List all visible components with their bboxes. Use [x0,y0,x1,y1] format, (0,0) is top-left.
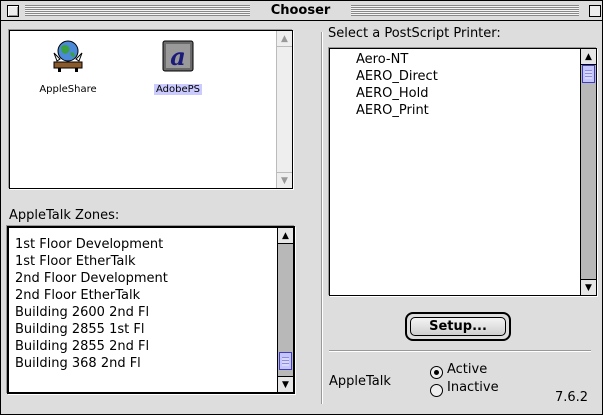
scroll-down-arrow-icon[interactable]: ▼ [278,376,293,392]
printer-list: Aero-NT AERO_Direct AERO_Hold AERO_Print… [329,48,597,296]
inactive-radio[interactable] [430,384,443,397]
list-item[interactable]: AERO_Hold [356,85,428,102]
list-item[interactable]: 2nd Floor Development [15,270,168,287]
appleshare-icon [53,40,83,72]
list-item[interactable]: 2nd Floor EtherTalk [15,287,140,304]
zones-scrollbar[interactable]: ▲ ▼ [277,228,293,392]
list-item[interactable]: AERO_Direct [356,68,438,85]
scroll-up-arrow-icon[interactable]: ▲ [581,49,596,65]
version-label: 7.6.2 [555,390,589,405]
chooser-content: AppleShare a AdobePS ▲ ▼ AppleTalk Zones… [7,26,597,408]
title-bar-stripes-right [351,5,579,16]
setup-button[interactable]: Setup... [410,317,506,336]
title-bar-stripes-left [25,5,250,16]
list-item[interactable]: 1st Floor Development [15,236,163,253]
scroll-up-arrow-icon[interactable]: ▲ [278,228,293,244]
list-item[interactable]: Building 368 2nd Fl [15,355,141,372]
section-divider [329,350,591,351]
close-box[interactable] [7,5,19,17]
zoom-box[interactable] [589,5,601,17]
device-label: AppleShare [39,84,97,95]
scroll-up-arrow-icon[interactable]: ▲ [277,31,292,47]
setup-default-ring: Setup... [405,312,511,341]
scroll-down-arrow-icon[interactable]: ▼ [277,172,292,188]
printers-heading: Select a PostScript Printer: [328,26,501,41]
device-appleshare[interactable]: AppleShare [28,39,108,96]
list-item[interactable]: Building 2855 2nd Fl [15,338,149,355]
scroll-down-arrow-icon[interactable]: ▼ [581,279,596,295]
list-item[interactable]: AERO_Print [356,102,429,119]
zones-list: 1st Floor Development 1st Floor EtherTal… [7,226,295,394]
active-radio-label[interactable]: Active [447,362,487,377]
zones-scroll-thumb[interactable] [279,352,292,370]
list-item[interactable]: 1st Floor EtherTalk [15,253,136,270]
list-item[interactable]: Aero-NT [356,51,408,68]
zones-heading: AppleTalk Zones: [9,208,120,223]
printer-list-scrollbar[interactable]: ▲ ▼ [580,49,596,295]
appletalk-label: AppleTalk [329,374,391,389]
printer-scroll-thumb[interactable] [582,65,595,83]
svg-text:a: a [170,42,186,71]
panel-divider [321,32,322,404]
device-adobeps[interactable]: a AdobePS [138,39,218,96]
inactive-radio-label[interactable]: Inactive [447,380,499,395]
title-bar[interactable]: Chooser [1,1,602,21]
list-item[interactable]: Building 2600 2nd Fl [15,304,149,321]
window-title: Chooser [253,2,348,19]
device-list: AppleShare a AdobePS ▲ ▼ [9,30,293,189]
device-label: AdobePS [153,84,202,95]
active-radio[interactable] [430,366,443,379]
device-list-scrollbar[interactable]: ▲ ▼ [276,31,292,188]
list-item[interactable]: Building 2855 1st Fl [15,321,144,338]
chooser-window: Chooser AppleShare a AdobePS ▲ ▼ AppleTa… [0,0,603,415]
adobeps-icon: a [162,40,194,72]
